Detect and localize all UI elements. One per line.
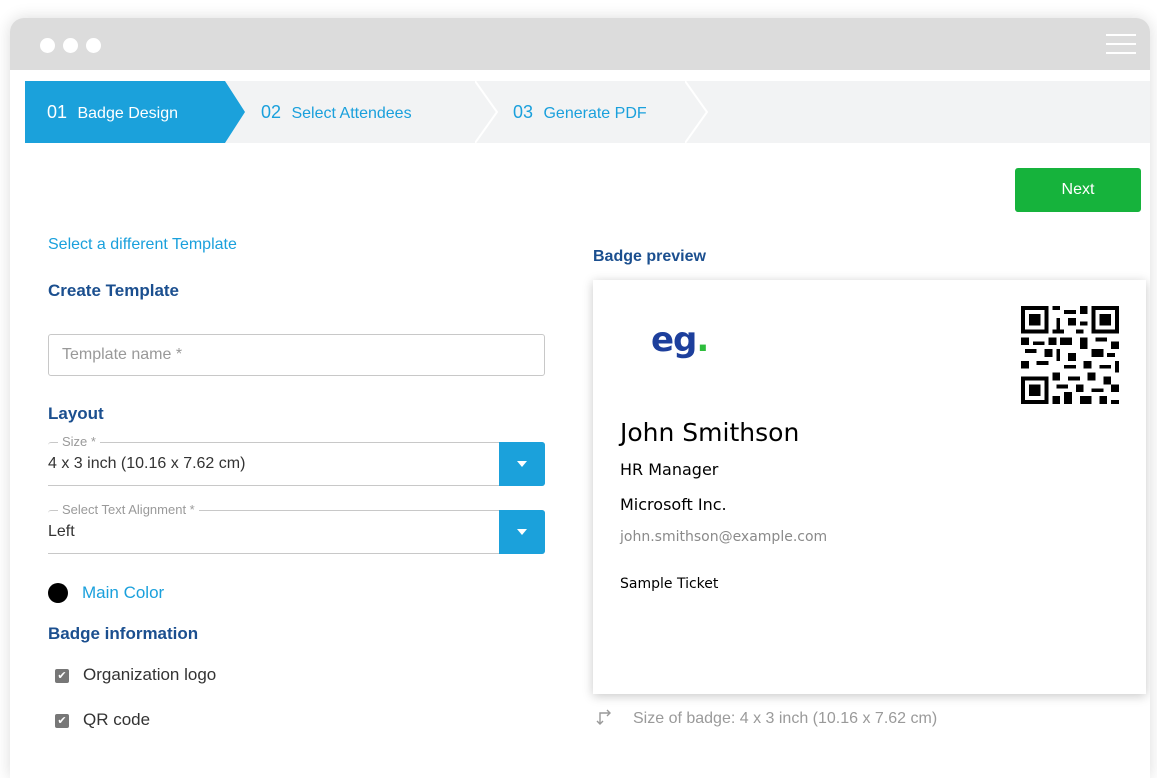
step-number: 01: [47, 102, 68, 122]
attendee-email: john.smithson@example.com: [620, 529, 828, 545]
attendee-name: John Smithson: [620, 418, 800, 447]
logo-text: eg: [651, 320, 697, 360]
organization-logo: eg.: [651, 320, 709, 360]
window-dot: [40, 38, 55, 53]
qr-code-icon: [1021, 306, 1119, 404]
browser-window: 01 Badge Design 02 Select Attendees 03 G…: [10, 18, 1150, 778]
resize-icon: [596, 709, 611, 725]
attendee-title: HR Manager: [620, 460, 719, 479]
layout-heading: Layout: [48, 404, 104, 423]
chevron-down-icon[interactable]: [499, 442, 545, 486]
template-name-input[interactable]: [48, 334, 545, 376]
chevron-down-icon[interactable]: [499, 510, 545, 554]
badge-size-text: Size of badge: 4 x 3 inch (10.16 x 7.62 …: [633, 710, 938, 727]
next-button[interactable]: Next: [1015, 168, 1141, 212]
window-dot: [86, 38, 101, 53]
qr-code-label: QR code: [83, 710, 151, 729]
alignment-value: Left: [48, 523, 75, 540]
checkmark-icon: ✔: [57, 715, 67, 727]
step-label: Select Attendees: [291, 105, 412, 122]
step-generate-pdf[interactable]: 03 Generate PDF: [513, 81, 647, 143]
step-select-attendees[interactable]: 02 Select Attendees: [261, 81, 412, 143]
size-select[interactable]: Size * 4 x 3 inch (10.16 x 7.62 cm): [48, 434, 545, 486]
badge-preview-label: Badge preview: [593, 248, 706, 265]
badge-preview: eg. John Smithson HR Manager Microsoft I…: [593, 280, 1146, 694]
step-separator: [475, 81, 499, 143]
alignment-legend: Select Text Alignment *: [58, 502, 199, 517]
wizard-steps: 01 Badge Design 02 Select Attendees 03 G…: [25, 81, 1150, 143]
size-value: 4 x 3 inch (10.16 x 7.62 cm): [48, 455, 246, 472]
menu-icon[interactable]: [1106, 32, 1136, 56]
size-legend: Size *: [58, 434, 100, 449]
step-label: Badge Design: [77, 105, 178, 122]
step-label: Generate PDF: [543, 105, 647, 122]
attendee-company: Microsoft Inc.: [620, 495, 727, 514]
select-template-link[interactable]: Select a different Template: [48, 236, 237, 254]
step-arrow: [225, 81, 245, 143]
step-badge-design[interactable]: 01 Badge Design: [25, 81, 225, 143]
logo-dot: .: [696, 320, 709, 360]
badge-info-heading: Badge information: [48, 624, 199, 643]
window-titlebar: [10, 18, 1150, 70]
create-template-heading: Create Template: [48, 281, 180, 300]
main-color-swatch[interactable]: [48, 583, 68, 603]
alignment-select[interactable]: Select Text Alignment * Left: [48, 502, 545, 554]
window-dot: [63, 38, 78, 53]
organization-logo-label: Organization logo: [83, 665, 217, 684]
step-number: 02: [261, 102, 282, 122]
step-separator: [685, 81, 709, 143]
qr-code-checkbox[interactable]: ✔: [55, 714, 69, 728]
checkmark-icon: ✔: [57, 670, 67, 682]
organization-logo-checkbox[interactable]: ✔: [55, 669, 69, 683]
ticket-type: Sample Ticket: [620, 576, 719, 592]
main-color-link[interactable]: Main Color: [82, 583, 164, 603]
step-number: 03: [513, 102, 534, 122]
